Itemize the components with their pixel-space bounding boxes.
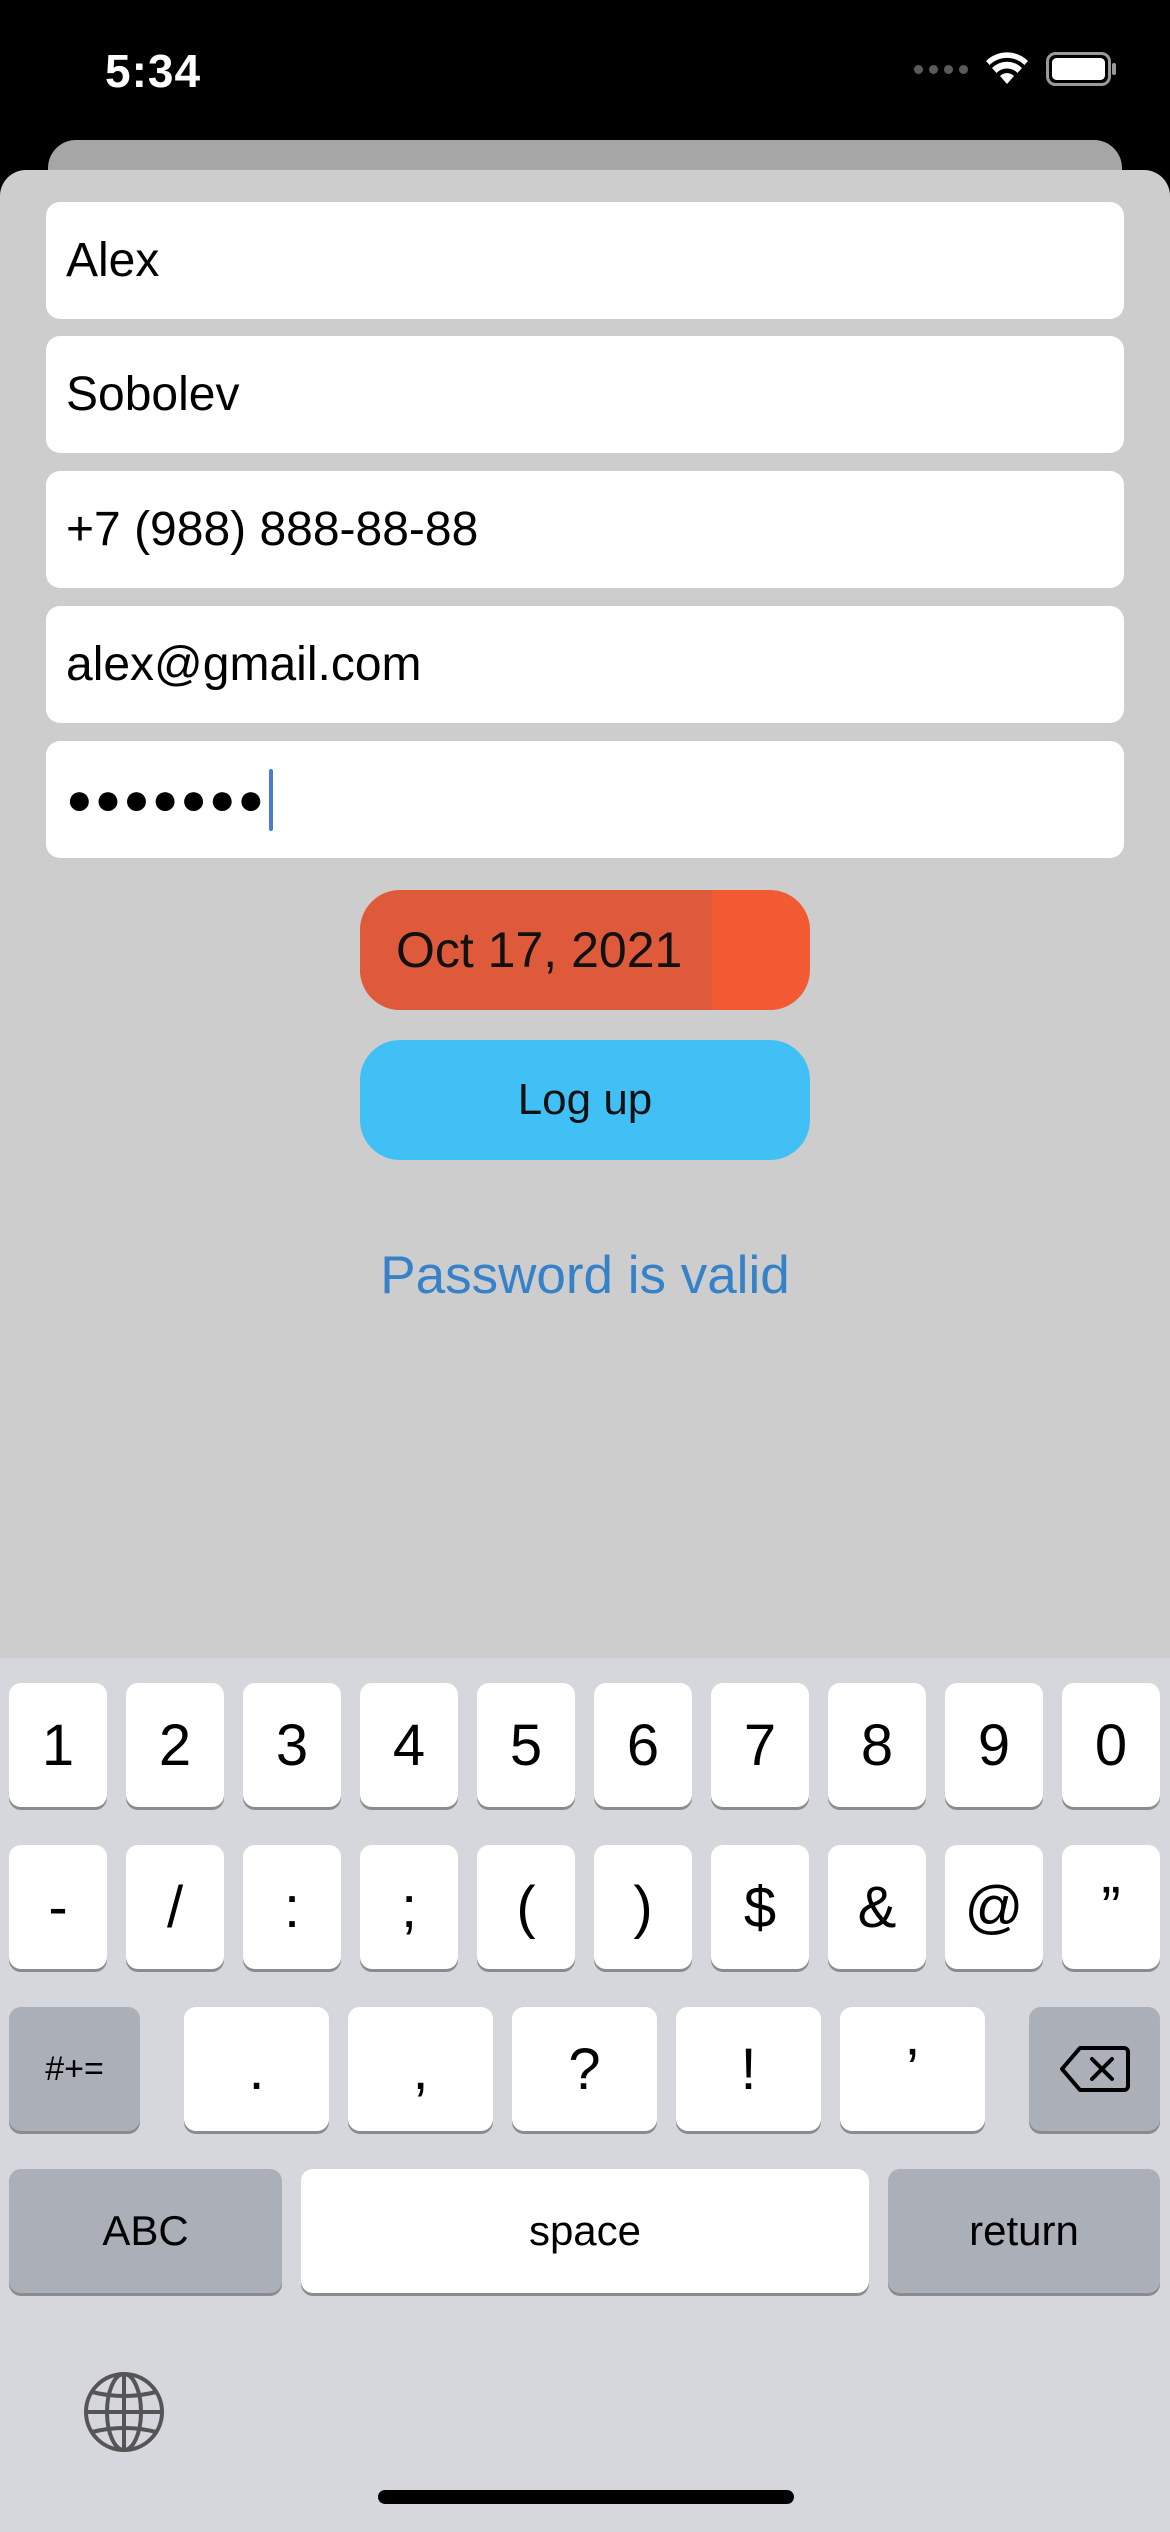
key-slash[interactable]: /: [126, 1845, 224, 1969]
email-field[interactable]: alex@gmail.com: [46, 606, 1124, 723]
cellular-signal-icon: [914, 64, 968, 74]
battery-icon: [1046, 52, 1116, 86]
backspace-icon: [1059, 2046, 1130, 2092]
key-open-paren[interactable]: (: [477, 1845, 575, 1969]
password-value: ●●●●●●●: [66, 774, 267, 824]
key-7[interactable]: 7: [711, 1683, 809, 1807]
key-1[interactable]: 1: [9, 1683, 107, 1807]
phone-value: +7 (988) 888-88-88: [66, 503, 479, 556]
first-name-field[interactable]: Alex: [46, 202, 1124, 319]
first-name-value: Alex: [66, 234, 160, 287]
key-close-paren[interactable]: ): [594, 1845, 692, 1969]
key-quote[interactable]: ”: [1062, 1845, 1160, 1969]
logup-button[interactable]: Log up: [360, 1040, 810, 1160]
key-4[interactable]: 4: [360, 1683, 458, 1807]
key-ampersand[interactable]: &: [828, 1845, 926, 1969]
key-2[interactable]: 2: [126, 1683, 224, 1807]
key-comma[interactable]: ,: [348, 2007, 493, 2131]
last-name-field[interactable]: Sobolev: [46, 336, 1124, 453]
more-symbols-key[interactable]: #+=: [9, 2007, 140, 2131]
abc-key[interactable]: ABC: [9, 2169, 282, 2293]
key-hyphen[interactable]: -: [9, 1845, 107, 1969]
last-name-value: Sobolev: [66, 368, 240, 421]
key-colon[interactable]: :: [243, 1845, 341, 1969]
email-value: alex@gmail.com: [66, 638, 422, 691]
text-cursor: [269, 768, 274, 831]
password-status-message: Password is valid: [380, 1246, 790, 1305]
date-picker-button[interactable]: Oct 17, 2021: [360, 890, 810, 1010]
key-0[interactable]: 0: [1062, 1683, 1160, 1807]
keyboard: 1 2 3 4 5 6 7 8 9 0 - / : ; ( ) $ & @ ” …: [0, 1658, 1170, 2532]
status-time: 5:34: [105, 45, 202, 97]
date-value: Oct 17, 2021: [360, 890, 712, 1010]
wifi-icon: [986, 52, 1028, 84]
space-key[interactable]: space: [301, 2169, 869, 2293]
phone-field[interactable]: +7 (988) 888-88-88: [46, 471, 1124, 588]
status-icons: [914, 52, 1118, 86]
home-indicator[interactable]: [378, 2490, 794, 2504]
key-at[interactable]: @: [945, 1845, 1043, 1969]
key-semicolon[interactable]: ;: [360, 1845, 458, 1969]
key-3[interactable]: 3: [243, 1683, 341, 1807]
return-key[interactable]: return: [888, 2169, 1160, 2293]
key-8[interactable]: 8: [828, 1683, 926, 1807]
globe-icon[interactable]: [82, 2370, 166, 2454]
key-exclamation[interactable]: !: [676, 2007, 821, 2131]
key-6[interactable]: 6: [594, 1683, 692, 1807]
key-apostrophe[interactable]: ’: [840, 2007, 985, 2131]
key-dollar[interactable]: $: [711, 1845, 809, 1969]
delete-key[interactable]: [1029, 2007, 1160, 2131]
status-bar: 5:34: [0, 0, 1170, 140]
key-question[interactable]: ?: [512, 2007, 657, 2131]
key-period[interactable]: .: [184, 2007, 329, 2131]
key-9[interactable]: 9: [945, 1683, 1043, 1807]
key-5[interactable]: 5: [477, 1683, 575, 1807]
password-field[interactable]: ●●●●●●●: [46, 741, 1124, 858]
